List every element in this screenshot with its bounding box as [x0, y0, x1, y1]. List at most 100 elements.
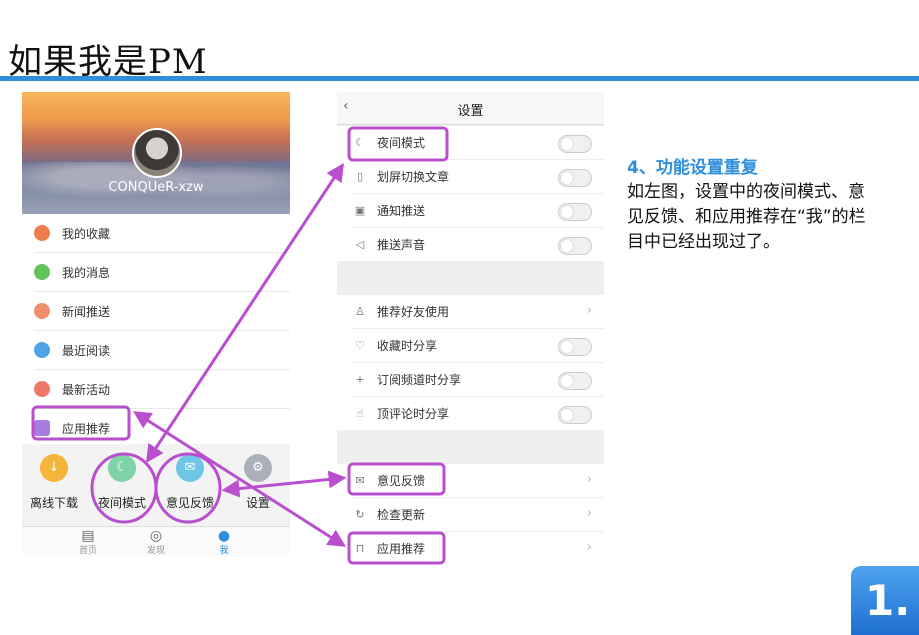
setting-recommend-friends[interactable]: ♙ 推荐好友使用 ›	[353, 295, 604, 329]
quick-settings[interactable]: ⚙ 设置	[228, 454, 288, 511]
notification-icon: ▣	[354, 204, 366, 217]
quick-feedback[interactable]: ✉ 意见反馈	[160, 454, 220, 511]
speaker-icon: ◁	[355, 238, 365, 251]
menu-item-label: 应用推荐	[62, 421, 111, 436]
setting-label: 夜间模式	[377, 136, 426, 150]
settings-group-misc: ✉ 意见反馈 › ↻ 检查更新 › ⊓ 应用推荐 ›	[337, 464, 604, 556]
star-icon	[34, 225, 50, 241]
user-icon: ♙	[355, 305, 365, 318]
chevron-right-icon: ›	[586, 472, 592, 487]
gift-icon	[34, 381, 50, 397]
bag-icon	[34, 420, 50, 436]
setting-share-on-subscribe[interactable]: + 订阅频道时分享	[353, 363, 604, 397]
plus-icon: +	[355, 373, 365, 386]
swipe-icon: ▯	[356, 170, 364, 183]
setting-label: 收藏时分享	[377, 339, 438, 353]
settings-title: 设置	[457, 104, 484, 119]
tab-label: 我	[219, 546, 229, 556]
setting-label: 订阅频道时分享	[377, 373, 462, 387]
setting-label: 意见反馈	[377, 474, 426, 488]
tab-label: 发现	[146, 546, 165, 556]
note-body: 如左图，设置中的夜间模式、意见反馈、和应用推荐在“我”的栏目中已经出现过了。	[627, 182, 866, 252]
profile-header-background: CONQUeR-xzw	[22, 92, 290, 214]
quick-label: 夜间模式	[97, 496, 146, 510]
setting-label: 顶评论时分享	[377, 407, 450, 421]
tab-discover[interactable]: ◎ 发现	[136, 529, 176, 556]
menu-item-messages[interactable]: 我的消息	[34, 253, 290, 292]
page-badge: 1.	[851, 566, 919, 635]
tab-home[interactable]: ▤ 首页	[68, 529, 108, 556]
settings-group-display: ☾ 夜间模式 ▯ 划屏切换文章 ▣ 通知推送 ◁ 推送声音	[337, 126, 604, 261]
menu-item-label: 最新活动	[62, 382, 111, 397]
share-upvote-toggle[interactable]	[558, 406, 592, 424]
setting-swipe-switch[interactable]: ▯ 划屏切换文章	[353, 160, 604, 194]
moon-icon: ☾	[355, 136, 365, 149]
menu-item-label: 我的消息	[62, 265, 111, 280]
menu-item-app-recommend[interactable]: 应用推荐	[34, 409, 290, 447]
avatar[interactable]	[132, 128, 182, 178]
setting-notification-push[interactable]: ▣ 通知推送	[353, 194, 604, 228]
compass-icon: ◎	[149, 528, 163, 544]
settings-group-share: ♙ 推荐好友使用 › ♡ 收藏时分享 + 订阅频道时分享 ☝ 顶评论时分享	[337, 295, 604, 430]
setting-label: 应用推荐	[377, 542, 426, 556]
quick-label: 意见反馈	[165, 496, 214, 510]
push-icon	[34, 303, 50, 319]
setting-label: 检查更新	[377, 508, 426, 522]
profile-menu: 我的收藏 我的消息 新闻推送 最近阅读 最新活动 应用推荐	[22, 214, 290, 447]
bag-icon: ⊓	[355, 542, 365, 555]
heart-icon: ♡	[355, 339, 365, 352]
setting-push-sound[interactable]: ◁ 推送声音	[353, 228, 604, 261]
person-icon: ●	[217, 528, 231, 544]
setting-label: 划屏切换文章	[377, 170, 450, 184]
quick-night-mode[interactable]: ☾ 夜间模式	[92, 454, 152, 511]
message-icon	[34, 264, 50, 280]
night-mode-toggle[interactable]	[558, 135, 592, 153]
quick-offline-download[interactable]: ↓ 离线下载	[24, 454, 84, 511]
book-icon	[34, 342, 50, 358]
quick-label: 设置	[245, 496, 270, 510]
notification-toggle[interactable]	[558, 203, 592, 221]
profile-screenshot: CONQUeR-xzw 我的收藏 我的消息 新闻推送 最近阅读 最新活动 应用推…	[22, 92, 290, 556]
tab-label: 首页	[78, 546, 97, 556]
setting-share-on-favorite[interactable]: ♡ 收藏时分享	[353, 329, 604, 363]
mail-icon: ✉	[355, 474, 365, 487]
menu-item-label: 我的收藏	[62, 226, 111, 241]
quick-label: 离线下载	[29, 496, 78, 510]
setting-label: 推荐好友使用	[377, 305, 450, 319]
bottom-tab-bar: ▤ 首页 ◎ 发现 ● 我	[22, 526, 290, 556]
menu-item-label: 新闻推送	[62, 304, 111, 319]
moon-icon: ☾	[108, 454, 136, 482]
gear-icon: ⚙	[244, 454, 272, 482]
thumb-icon: ☝	[356, 407, 364, 420]
setting-night-mode[interactable]: ☾ 夜间模式	[353, 126, 604, 160]
share-favorite-toggle[interactable]	[558, 338, 592, 356]
chevron-right-icon: ›	[586, 303, 592, 318]
setting-app-recommend[interactable]: ⊓ 应用推荐 ›	[353, 532, 604, 556]
swipe-toggle[interactable]	[558, 169, 592, 187]
setting-label: 推送声音	[377, 238, 426, 252]
settings-header: ‹ 设置	[337, 92, 604, 125]
push-sound-toggle[interactable]	[558, 237, 592, 255]
note-heading: 4、功能设置重复	[627, 158, 758, 178]
menu-item-favorites[interactable]: 我的收藏	[34, 214, 290, 253]
menu-item-news-push[interactable]: 新闻推送	[34, 292, 290, 331]
title-rule	[0, 76, 919, 81]
menu-item-label: 最近阅读	[62, 343, 111, 358]
tab-me[interactable]: ● 我	[204, 529, 244, 556]
menu-item-recent-reading[interactable]: 最近阅读	[34, 331, 290, 370]
menu-item-latest-events[interactable]: 最新活动	[34, 370, 290, 409]
home-icon: ▤	[81, 528, 95, 544]
settings-screenshot: ‹ 设置 ☾ 夜间模式 ▯ 划屏切换文章 ▣ 通知推送 ◁ 推送声音 ♙ 推荐好…	[337, 92, 604, 556]
setting-feedback[interactable]: ✉ 意见反馈 ›	[353, 464, 604, 498]
mail-icon: ✉	[176, 454, 204, 482]
setting-label: 通知推送	[377, 204, 426, 218]
setting-check-update[interactable]: ↻ 检查更新 ›	[353, 498, 604, 532]
download-icon: ↓	[40, 454, 68, 482]
username: CONQUeR-xzw	[108, 180, 204, 195]
share-subscribe-toggle[interactable]	[558, 372, 592, 390]
chevron-right-icon: ›	[586, 506, 592, 521]
chevron-right-icon: ›	[586, 540, 592, 555]
quick-actions: ↓ 离线下载 ☾ 夜间模式 ✉ 意见反馈 ⚙ 设置	[22, 444, 290, 526]
refresh-icon: ↻	[355, 508, 365, 521]
setting-share-on-upvote[interactable]: ☝ 顶评论时分享	[353, 397, 604, 430]
